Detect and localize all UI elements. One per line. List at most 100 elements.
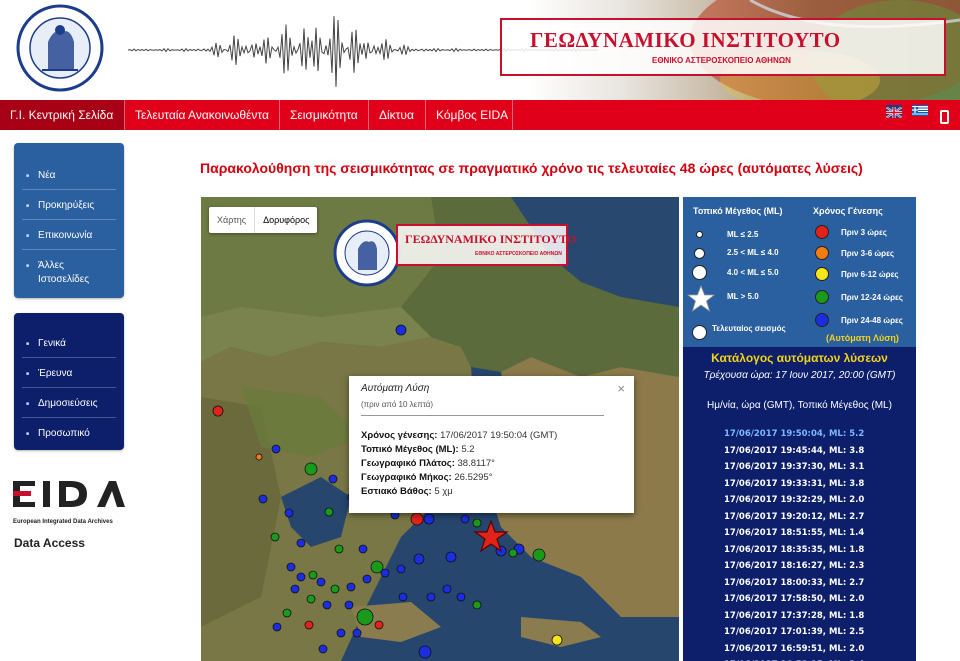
earthquake-marker[interactable] [358, 544, 368, 554]
earthquake-marker[interactable] [445, 551, 457, 563]
earthquake-marker[interactable] [410, 512, 424, 526]
earthquake-marker[interactable] [442, 584, 452, 594]
eida-wordmark-icon [13, 481, 125, 507]
nav-seismicity[interactable]: Σεισμικότητα [280, 100, 369, 130]
map-brand-title: ΓΕΩΔΥΝΑΜΙΚΟ ΙΝΣΤΙΤΟΥΤΟ [405, 232, 577, 246]
earthquake-marker[interactable] [286, 562, 296, 572]
legend-time-label: Πριν 3 ώρες [841, 228, 887, 237]
popup-close-button[interactable]: × [617, 381, 625, 396]
earthquake-marker[interactable] [282, 608, 292, 618]
legend-color-green-icon [815, 290, 829, 304]
earthquake-marker[interactable] [304, 462, 318, 476]
earthquake-marker[interactable] [212, 405, 224, 417]
eida-logo[interactable]: European Integrated Data Archives [13, 478, 125, 525]
earthquake-marker[interactable] [472, 600, 482, 610]
popup-subtitle: (πριν από 10 λεπτά) [361, 400, 434, 409]
greek-flag-icon[interactable] [912, 105, 928, 116]
sidebar-item-contact[interactable]: Επικοινωνία [14, 229, 124, 243]
earthquake-marker[interactable] [356, 608, 374, 626]
earthquake-marker[interactable] [362, 574, 372, 584]
earthquake-marker[interactable] [374, 620, 384, 630]
english-flag-icon[interactable] [885, 105, 903, 119]
catalog-row[interactable]: 17/06/2017 18:35:35, ML: 1.8 [724, 545, 864, 555]
catalog-row[interactable]: 17/06/2017 19:32:29, ML: 2.0 [724, 495, 864, 505]
sidebar-item-other-sites[interactable]: Άλλες Ιστοσελίδες [14, 259, 114, 287]
earthquake-marker[interactable] [255, 453, 263, 461]
earthquake-marker[interactable] [460, 514, 470, 524]
catalog-row[interactable]: 17/06/2017 16:59:51, ML: 2.0 [724, 644, 864, 654]
earthquake-marker[interactable] [532, 548, 546, 562]
nav-networks[interactable]: Δίκτυα [369, 100, 426, 130]
legend-mag-large-icon [692, 265, 707, 280]
earthquake-marker[interactable] [395, 324, 407, 336]
legend-mag-label: 2.5 < ML ≤ 4.0 [727, 248, 779, 257]
earthquake-marker[interactable] [328, 474, 338, 484]
earthquake-marker[interactable] [508, 548, 518, 558]
earthquake-marker[interactable] [258, 494, 268, 504]
earthquake-marker[interactable] [413, 553, 425, 565]
earthquake-marker[interactable] [318, 644, 328, 654]
popup-row-latitude: Γεωγραφικό Πλάτος: 38.8117° [361, 458, 495, 469]
catalog-row[interactable]: 17/06/2017 18:51:55, ML: 1.4 [724, 528, 864, 538]
sidebar-item-general[interactable]: Γενικά [14, 337, 124, 351]
legend-time-label: Πριν 24-48 ώρες [841, 316, 903, 325]
earthquake-marker[interactable] [322, 600, 332, 610]
earthquake-marker[interactable] [396, 564, 406, 574]
earthquake-marker[interactable] [316, 577, 326, 587]
earthquake-marker[interactable] [423, 513, 435, 525]
earthquake-marker[interactable] [306, 594, 316, 604]
earthquake-marker[interactable] [304, 620, 314, 630]
earthquake-marker[interactable] [551, 634, 563, 646]
earthquake-marker[interactable] [272, 622, 282, 632]
map-institute-logo: ΓΕΩΔΥΝΑΜΙΚΟ ΙΝΣΤΙΤΟΥΤΟ ΕΘΝΙΚΟ ΑΣΤΕΡΟΣΚΟΠ… [333, 215, 576, 287]
map-legend: Τοπικό Μέγεθος (ML) Χρόνος Γένεσης ML ≤ … [683, 197, 916, 347]
earthquake-marker[interactable] [296, 572, 306, 582]
earthquake-marker[interactable] [270, 532, 280, 542]
main-nav: Γ.Ι. Κεντρική Σελίδα Τελευταία Ανακοινωθ… [0, 100, 960, 130]
sidebar-item-news[interactable]: Νέα [14, 169, 124, 183]
catalog-row[interactable]: 17/06/2017 19:45:44, ML: 3.8 [724, 446, 864, 456]
catalog-row[interactable]: 17/06/2017 17:01:39, ML: 2.5 [724, 627, 864, 637]
site-header: ΓΕΩΔΥΝΑΜΙΚΟ ΙΝΣΤΙΤΟΥΤΟ ΕΘΝΙΚΟ ΑΣΤΕΡΟΣΚΟΠ… [0, 0, 960, 100]
sidebar-item-publications[interactable]: Δημοσιεύσεις [14, 397, 124, 411]
earthquake-marker[interactable] [398, 592, 408, 602]
earthquake-marker[interactable] [456, 592, 466, 602]
earthquake-marker[interactable] [380, 568, 390, 578]
earthquake-marker[interactable] [336, 628, 346, 638]
earthquake-marker[interactable] [324, 507, 334, 517]
earthquake-marker[interactable] [426, 592, 436, 602]
catalog-row[interactable]: 17/06/2017 18:16:27, ML: 2.3 [724, 561, 864, 571]
earthquake-marker[interactable] [308, 570, 318, 580]
sidebar-item-announcements[interactable]: Προκηρύξεις [14, 199, 124, 213]
data-access-link[interactable]: Data Access [14, 536, 85, 550]
sidebar-item-staff[interactable]: Προσωπικό [14, 427, 124, 441]
catalog-row[interactable]: 17/06/2017 19:33:31, ML: 3.8 [724, 479, 864, 489]
earthquake-marker[interactable] [284, 508, 294, 518]
earthquake-marker[interactable] [472, 518, 482, 528]
earthquake-marker[interactable] [344, 600, 354, 610]
earthquake-marker[interactable] [334, 544, 344, 554]
nav-announcements[interactable]: Τελευταία Ανακοινωθέντα [125, 100, 280, 130]
nav-eida-node[interactable]: Κόμβος EIDA [426, 100, 513, 130]
catalog-row[interactable]: 17/06/2017 19:50:04, ML: 5.2 [724, 429, 864, 439]
catalog-row[interactable]: 17/06/2017 17:58:50, ML: 2.0 [724, 594, 864, 604]
earthquake-marker[interactable] [330, 584, 340, 594]
catalog-row[interactable]: 17/06/2017 17:37:28, ML: 1.8 [724, 611, 864, 621]
catalog-row[interactable]: 17/06/2017 18:00:33, ML: 2.7 [724, 578, 864, 588]
catalog-row[interactable]: 17/06/2017 19:37:30, ML: 3.1 [724, 462, 864, 472]
earthquake-marker[interactable] [271, 444, 281, 454]
map-view-button[interactable]: Χάρτης [209, 207, 254, 233]
institute-brand: ΓΕΩΔΥΝΑΜΙΚΟ ΙΝΣΤΙΤΟΥΤΟ ΕΘΝΙΚΟ ΑΣΤΕΡΟΣΚΟΠ… [500, 18, 946, 76]
satellite-view-button[interactable]: Δορυφόρος [254, 207, 317, 233]
sidebar-item-research[interactable]: Έρευνα [14, 367, 124, 381]
earthquake-marker[interactable] [352, 628, 362, 638]
earthquake-marker[interactable] [296, 538, 306, 548]
catalog-row[interactable]: 17/06/2017 19:20:12, ML: 2.7 [724, 512, 864, 522]
earthquake-marker[interactable] [418, 645, 432, 659]
mobile-view-icon[interactable] [940, 110, 949, 124]
legend-time-label: Πριν 3-6 ώρες [841, 249, 895, 258]
earthquake-marker[interactable] [346, 582, 356, 592]
nav-home[interactable]: Γ.Ι. Κεντρική Σελίδα [0, 100, 125, 130]
earthquake-marker[interactable] [290, 584, 300, 594]
seismicity-map[interactable]: Χάρτης Δορυφόρος ΓΕΩΔΥΝΑΜΙΚΟ ΙΝΣΤΙΤΟΥΤΟ Ε… [201, 197, 679, 661]
